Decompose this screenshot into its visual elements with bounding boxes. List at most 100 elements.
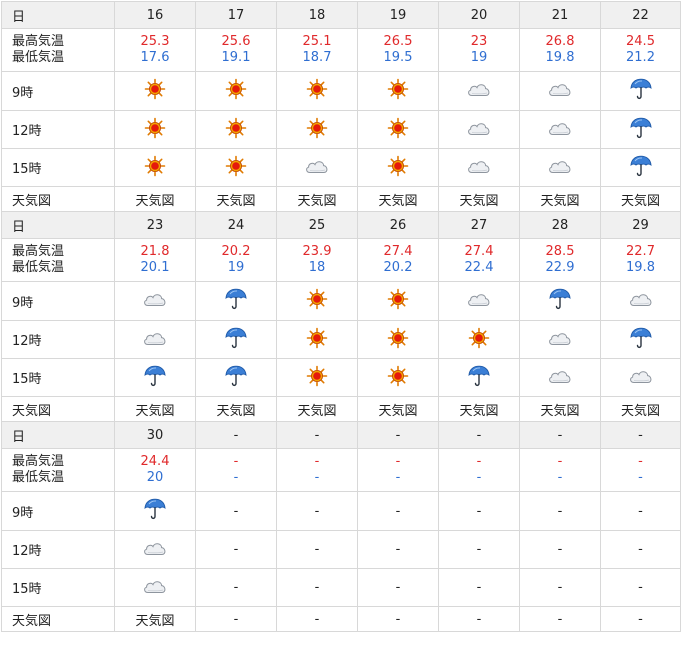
empty-value: - [314,580,320,595]
weather-9-row: 9時 [1,71,681,111]
weather-map-link[interactable]: 天気図 [459,194,498,209]
weather-map-link[interactable]: 天気図 [135,614,174,629]
temperature-cell: 28.5 22.9 [519,238,601,282]
day-number: 21 [551,7,569,23]
row-label: 最高気温 最低気温 [1,238,115,282]
weather-map-link[interactable]: 天気図 [297,194,336,209]
high-temp: 25.1 [302,34,332,49]
weather-map-link[interactable]: 天気図 [216,404,255,419]
rain-icon [467,364,491,392]
empty-value: - [476,542,482,557]
weather-cell [519,281,601,321]
day-number: - [314,427,320,443]
weather-map-link[interactable]: 天気図 [459,404,498,419]
high-temp: 25.3 [140,34,170,49]
row-label-text: 9時 [12,85,34,101]
weather-map-link[interactable]: 天気図 [621,194,660,209]
cloudy-icon [142,290,168,312]
weather-cell [276,281,358,321]
weather-map-link[interactable]: 天気図 [297,404,336,419]
weather-map-link[interactable]: 天気図 [378,404,417,419]
high-temp: 22.7 [626,244,655,259]
row-label-text: 15時 [12,162,42,177]
day-cell: 22 [600,1,681,29]
weather-map-link[interactable]: 天気図 [135,194,174,209]
weather-cell: - [438,491,520,531]
weather-map-cell: 天気図 [276,396,358,422]
weather-15-row: 15時 - - - - - - [1,568,681,607]
temperature-cell: 22.7 19.8 [600,238,681,282]
rain-icon [224,364,248,392]
row-label: 最高気温 最低気温 [1,448,115,492]
weather-cell: - [519,530,601,569]
temperature-cell: -- [519,448,601,492]
temperature-cell: 26.8 19.8 [519,28,601,72]
sunny-icon [387,327,409,353]
temperature-cell: -- [438,448,520,492]
weather-cell: - [195,530,277,569]
sunny-icon [468,327,490,353]
empty-value: - [233,542,239,557]
weather-cell [195,320,277,359]
row-label: 日 [1,421,115,449]
weather-cell: - [276,568,358,607]
weather-cell [519,358,601,397]
weather-map-cell: 天気図 [114,396,196,422]
day-number: - [476,427,482,443]
weather-map-link[interactable]: 天気図 [216,194,255,209]
rain-icon [224,287,248,315]
low-temp: 19.8 [545,50,575,65]
empty-value: - [638,542,643,557]
low-temp: 20 [146,470,164,485]
row-label: 15時 [1,568,115,607]
temperature-cell: 26.5 19.5 [357,28,439,72]
temperature-cell: 27.4 20.2 [357,238,439,282]
temperature-cell: 25.1 18.7 [276,28,358,72]
temperature-cell: 24.5 21.2 [600,28,681,72]
weather-map-link[interactable]: 天気図 [378,194,417,209]
rain-icon [629,326,653,354]
day-cell: 24 [195,211,277,239]
weather-table-body: 日 16 17 18 19 20 21 22 最高気温 最低気温 25.3 17.6 25.6 19.1 2… [1,1,681,632]
row-label-text: 15時 [12,582,42,597]
weather-cell [195,358,277,397]
row-label-text: 日 [12,9,26,25]
sunny-icon [306,117,328,143]
empty-value: - [557,503,563,519]
weather-map-link[interactable]: 天気図 [135,404,174,419]
empty-value: - [233,611,239,627]
empty-value: - [395,503,401,519]
day-cell: - [438,421,520,449]
high-temp: 27.4 [383,244,413,259]
day-number: 27 [470,217,488,233]
weather-cell [600,148,681,187]
cloudy-icon [466,119,492,141]
weather-map-link[interactable]: 天気図 [540,404,579,419]
day-cell: 28 [519,211,601,239]
weather-map-link[interactable]: 天気図 [540,194,579,209]
temperature-row: 最高気温 最低気温 25.3 17.6 25.6 19.1 25.1 18.7 26.5 19.5… [1,28,681,72]
sunny-icon [387,117,409,143]
day-header-row: 日 30 - - - - - - [1,421,681,449]
rain-icon [629,116,653,144]
empty-value: - [233,580,239,595]
sunny-icon [306,327,328,353]
high-temp-label: 最高気温 [12,34,65,49]
low-temp: 21.2 [626,50,655,65]
weather-map-link[interactable]: 天気図 [621,404,660,419]
temperature-cell: -- [195,448,277,492]
cloudy-icon [142,539,168,561]
high-temp: 20.2 [221,244,251,259]
sunny-icon [225,155,247,181]
row-label-text: 12時 [12,124,42,139]
low-temp: - [638,470,643,485]
weather-map-cell: 天気図 [276,186,358,212]
weather-cell [438,110,520,149]
row-label: 9時 [1,71,115,111]
day-number: - [233,427,239,443]
weather-cell [114,491,196,531]
weather-cell [519,320,601,359]
low-temp: 22.4 [464,260,494,275]
low-temp-label: 最低気温 [12,470,65,485]
day-cell: - [600,421,681,449]
